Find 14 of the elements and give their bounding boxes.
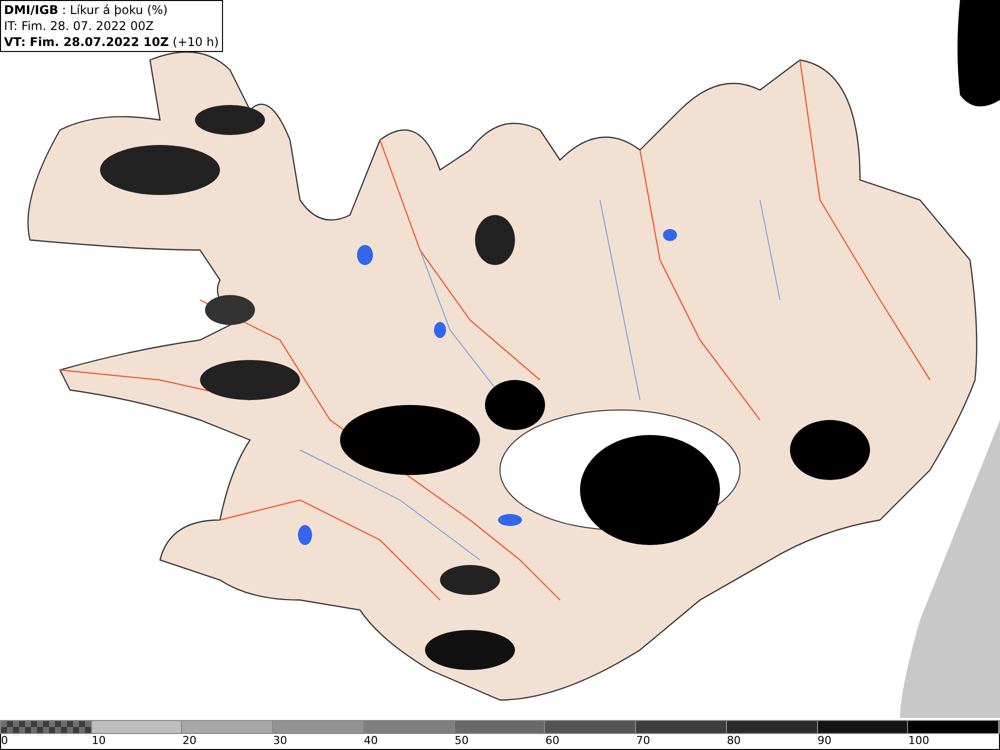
title-line: DMI/IGB : Líkur á þoku (%) [4,2,169,18]
scale-label: 80 [726,734,741,749]
scale-label: 40 [364,734,378,749]
scale-label: 30 [273,734,288,749]
scale-label: 50 [454,734,469,749]
title-line: VT: Fim. 28.07.2022 10Z (+10 h) [4,34,219,50]
scale-label: 100 [908,734,930,749]
scale-label: 70 [636,734,650,749]
title-line: IT: Fim. 28. 07. 2022 00Z [4,18,155,34]
scale-label: 90 [818,734,832,749]
scale-label: 20 [182,734,196,749]
scale-label: 10 [92,734,106,749]
scale-label: 60 [545,734,560,749]
scale-label: 0 [1,734,8,749]
